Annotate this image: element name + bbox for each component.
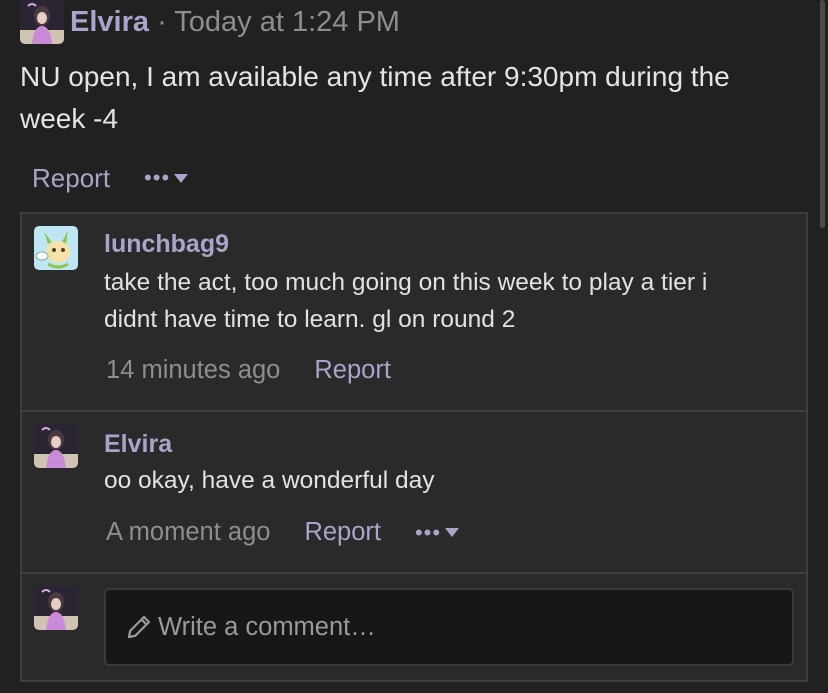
comment-author[interactable]: Elvira (104, 430, 172, 459)
ellipsis-icon: ••• (414, 519, 442, 545)
comment-input-placeholder: Write a comment… (158, 612, 376, 641)
meta-separator: · (157, 6, 167, 38)
comment-input[interactable]: Write a comment… (104, 588, 794, 666)
pencil-icon (127, 615, 151, 639)
post-header: Elvira · Today at 1:24 PM (70, 4, 400, 40)
scrollbar-thumb[interactable] (820, 0, 825, 228)
commenter-avatar[interactable] (34, 424, 78, 468)
comment-author[interactable]: lunchbag9 (104, 230, 229, 259)
caret-down-icon (174, 173, 189, 183)
comment-text: take the act, too much going on this wee… (104, 269, 708, 333)
comments-panel: lunchbag9 take the act, too much going o… (20, 212, 808, 682)
post-actions: Report ••• (32, 160, 189, 196)
comment-report-button[interactable]: Report (314, 356, 391, 385)
post-body: NU open, I am available any time after 9… (20, 61, 730, 134)
comment-item: lunchbag9 take the act, too much going o… (22, 214, 806, 412)
elvira-avatar-image (20, 0, 64, 44)
comment-item: Elvira oo okay, have a wonderful day A m… (22, 412, 806, 574)
comment-timestamp: 14 minutes ago (106, 356, 281, 384)
comment-meta: 14 minutes ago Report (106, 356, 391, 385)
post-timestamp: Today at 1:24 PM (174, 6, 400, 38)
elvira-avatar-image (34, 586, 78, 630)
comment-meta: A moment ago Report ••• (106, 518, 460, 547)
comment-more-options-button[interactable]: ••• (414, 519, 460, 545)
comment-composer: Write a comment… (22, 574, 806, 682)
current-user-avatar (34, 586, 78, 630)
ellipsis-icon: ••• (144, 165, 171, 190)
post-author[interactable]: Elvira (70, 6, 149, 38)
forum-post: Elvira · Today at 1:24 PM NU open, I am … (0, 0, 828, 693)
caret-down-icon (445, 528, 460, 537)
report-button[interactable]: Report (32, 163, 110, 194)
leafeon-avatar-image (34, 226, 78, 270)
comment-report-button[interactable]: Report (304, 518, 381, 547)
comment-timestamp: A moment ago (106, 518, 271, 546)
elvira-avatar-image (34, 424, 78, 468)
more-options-button[interactable]: ••• (144, 165, 189, 190)
author-avatar[interactable] (20, 0, 64, 44)
commenter-avatar[interactable] (34, 226, 78, 270)
comment-text: oo okay, have a wonderful day (104, 467, 435, 494)
